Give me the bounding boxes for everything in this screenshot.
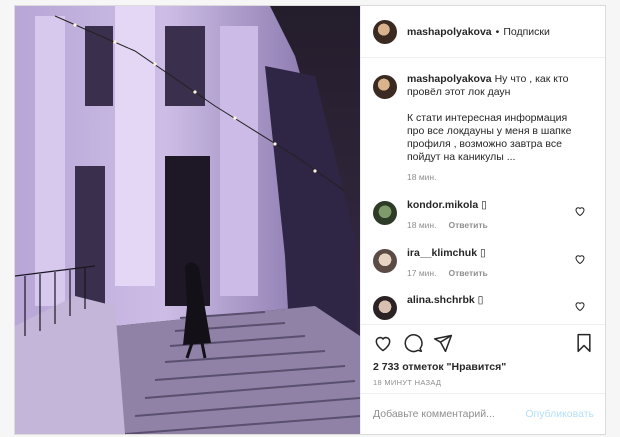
caption-comment: mashapolyakova Ну что , как кто провёл э… bbox=[373, 73, 594, 182]
comment-time[interactable]: 18 мин. bbox=[407, 220, 436, 230]
comment-text: alina.shchrbk ▯ bbox=[407, 294, 483, 307]
comment-meta: 18 мин. Ответить bbox=[407, 220, 488, 230]
caption-text: mashapolyakova Ну что , как кто провёл э… bbox=[407, 73, 583, 99]
caption-line-2: К стати интересная информация про все ло… bbox=[407, 112, 572, 163]
comment-username[interactable]: kondor.mikola bbox=[407, 199, 478, 211]
caption-avatar[interactable] bbox=[373, 75, 397, 99]
heart-icon[interactable] bbox=[373, 333, 393, 353]
post-sidebar: mashapolyakova • Подписки mashapolyakova… bbox=[360, 6, 605, 434]
comment-avatar[interactable] bbox=[373, 249, 397, 273]
comment-avatar[interactable] bbox=[373, 201, 397, 225]
comment-emoji: ▯ bbox=[481, 199, 487, 211]
bookmark-icon[interactable] bbox=[574, 333, 594, 353]
like-comment-icon[interactable] bbox=[574, 205, 586, 217]
comment-item: kondor.mikola ▯ 18 мин. Ответить bbox=[373, 199, 594, 230]
posted-time[interactable]: 18 МИНУТ НАЗАД bbox=[373, 378, 594, 387]
comment-item: ira__klimchuk ▯ 17 мин. Ответить bbox=[373, 247, 594, 278]
publish-button[interactable]: Опубликовать bbox=[525, 408, 594, 420]
caption-time[interactable]: 18 мин. bbox=[407, 172, 436, 182]
comment-emoji: ▯ bbox=[479, 247, 486, 259]
comment-input[interactable]: Добавьте комментарий... bbox=[373, 408, 525, 420]
comment-item: alina.shchrbk ▯ bbox=[373, 294, 594, 320]
action-icons bbox=[373, 325, 594, 361]
post-photo[interactable] bbox=[15, 6, 360, 434]
caption-username[interactable]: mashapolyakova bbox=[407, 73, 492, 85]
comment-meta: 17 мин. Ответить bbox=[407, 268, 488, 278]
post-header: mashapolyakova • Подписки bbox=[361, 6, 605, 58]
author-username[interactable]: mashapolyakova bbox=[407, 26, 492, 38]
like-comment-icon[interactable] bbox=[574, 253, 586, 265]
comment-time[interactable]: 17 мин. bbox=[407, 268, 436, 278]
comment-avatar[interactable] bbox=[373, 296, 397, 320]
reply-button[interactable]: Ответить bbox=[448, 268, 487, 278]
like-comment-icon[interactable] bbox=[574, 300, 586, 312]
comment-text: kondor.mikola ▯ bbox=[407, 199, 488, 212]
caption-meta: 18 мин. bbox=[407, 172, 583, 182]
instagram-post: mashapolyakova • Подписки mashapolyakova… bbox=[14, 5, 606, 435]
add-comment-bar: Добавьте комментарий... Опубликовать bbox=[361, 393, 605, 434]
separator-dot: • bbox=[495, 25, 500, 38]
author-avatar[interactable] bbox=[373, 19, 397, 44]
following-button[interactable]: Подписки bbox=[503, 26, 550, 38]
comment-username[interactable]: alina.shchrbk bbox=[407, 294, 475, 306]
reply-button[interactable]: Ответить bbox=[448, 220, 487, 230]
comment-emoji: ▯ bbox=[477, 294, 484, 306]
comment-icon[interactable] bbox=[403, 333, 423, 353]
comment-username[interactable]: ira__klimchuk bbox=[407, 247, 477, 259]
share-icon[interactable] bbox=[433, 333, 453, 353]
post-actions: 2 733 отметок "Нравится" 18 МИНУТ НАЗАД bbox=[361, 324, 605, 392]
comment-text: ira__klimchuk ▯ bbox=[407, 247, 488, 260]
likes-count[interactable]: 2 733 отметок "Нравится" bbox=[373, 361, 594, 373]
comments-list[interactable]: mashapolyakova Ну что , как кто провёл э… bbox=[361, 59, 605, 322]
